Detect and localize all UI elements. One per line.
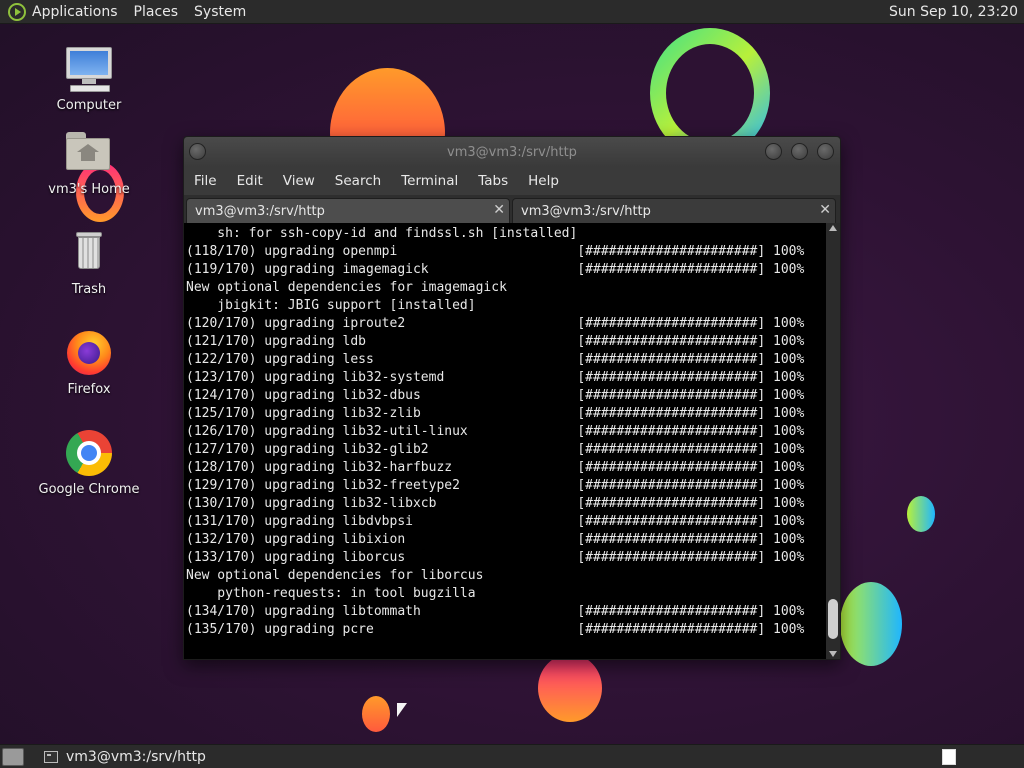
scroll-thumb[interactable] bbox=[828, 599, 838, 639]
window-menu-icon[interactable] bbox=[189, 143, 206, 160]
mouse-cursor-icon bbox=[397, 703, 407, 717]
terminal-line: (131/170) upgrading libdvbpsi [#########… bbox=[186, 514, 805, 529]
terminal-line: (118/170) upgrading openmpi [###########… bbox=[186, 244, 805, 259]
terminal-menubar: File Edit View Search Terminal Tabs Help bbox=[184, 167, 840, 195]
menu-help[interactable]: Help bbox=[528, 173, 559, 189]
tab-close-icon[interactable]: ✕ bbox=[493, 202, 505, 218]
close-window-icon[interactable] bbox=[817, 143, 834, 160]
terminal-window: vm3@vm3:/srv/http File Edit View Search … bbox=[183, 136, 841, 660]
tab-label: vm3@vm3:/srv/http bbox=[521, 203, 651, 219]
desktop-icon-firefox[interactable]: Firefox bbox=[29, 328, 149, 397]
terminal-line: New optional dependencies for liborcus bbox=[186, 568, 484, 583]
show-desktop-icon[interactable] bbox=[2, 747, 24, 766]
tab-1[interactable]: vm3@vm3:/srv/http ✕ bbox=[186, 198, 510, 223]
desktop-icon-label: vm3's Home bbox=[48, 182, 130, 197]
maximize-icon[interactable] bbox=[791, 143, 808, 160]
terminal-line: (120/170) upgrading iproute2 [##########… bbox=[186, 316, 805, 331]
terminal-tabbar: vm3@vm3:/srv/http ✕ vm3@vm3:/srv/http ✕ bbox=[184, 195, 840, 223]
bottom-panel: vm3@vm3:/srv/http bbox=[0, 744, 1024, 768]
trash-icon bbox=[64, 228, 114, 278]
tab-label: vm3@vm3:/srv/http bbox=[195, 203, 325, 219]
terminal-line: (129/170) upgrading lib32-freetype2 [###… bbox=[186, 478, 805, 493]
terminal-line: (119/170) upgrading imagemagick [#######… bbox=[186, 262, 805, 277]
home-folder-icon bbox=[64, 128, 114, 178]
terminal-line: (123/170) upgrading lib32-systemd [#####… bbox=[186, 370, 805, 385]
terminal-line: (126/170) upgrading lib32-util-linux [##… bbox=[186, 424, 805, 439]
system-menu[interactable]: System bbox=[194, 4, 246, 20]
firefox-icon bbox=[64, 328, 114, 378]
terminal-line: python-requests: in tool bugzilla bbox=[186, 586, 476, 601]
menu-search[interactable]: Search bbox=[335, 173, 381, 189]
terminal-line: (125/170) upgrading lib32-zlib [########… bbox=[186, 406, 805, 421]
workspace-switcher[interactable] bbox=[942, 748, 956, 765]
chrome-icon bbox=[64, 428, 114, 478]
wallpaper-small-oval bbox=[907, 496, 935, 532]
panel-clock[interactable]: Sun Sep 10, 23:20 bbox=[889, 4, 1018, 20]
desktop-icon-home[interactable]: vm3's Home bbox=[29, 128, 149, 197]
window-title: vm3@vm3:/srv/http bbox=[447, 144, 577, 160]
menu-view[interactable]: View bbox=[283, 173, 315, 189]
terminal-line: New optional dependencies for imagemagic… bbox=[186, 280, 507, 295]
menu-terminal[interactable]: Terminal bbox=[401, 173, 458, 189]
terminal-line: (132/170) upgrading libixion [##########… bbox=[186, 532, 805, 547]
terminal-line: (135/170) upgrading pcre [##############… bbox=[186, 622, 805, 637]
wallpaper-bottom-oval bbox=[538, 654, 602, 722]
menu-file[interactable]: File bbox=[194, 173, 217, 189]
terminal-scrollbar[interactable] bbox=[826, 223, 840, 659]
menu-edit[interactable]: Edit bbox=[237, 173, 263, 189]
terminal-line: (130/170) upgrading lib32-libxcb [######… bbox=[186, 496, 805, 511]
terminal-line: (124/170) upgrading lib32-dbus [########… bbox=[186, 388, 805, 403]
terminal-titlebar[interactable]: vm3@vm3:/srv/http bbox=[184, 137, 840, 167]
wallpaper-large-oval bbox=[840, 582, 902, 666]
terminal-line: sh: for ssh-copy-id and findssl.sh [inst… bbox=[186, 226, 578, 241]
terminal-line: (127/170) upgrading lib32-glib2 [#######… bbox=[186, 442, 805, 457]
top-panel: Applications Places System Sun Sep 10, 2… bbox=[0, 0, 1024, 24]
terminal-line: (122/170) upgrading less [##############… bbox=[186, 352, 805, 367]
terminal-line: (121/170) upgrading ldb [###############… bbox=[186, 334, 805, 349]
minimize-icon[interactable] bbox=[765, 143, 782, 160]
distro-logo-icon[interactable] bbox=[8, 2, 26, 21]
desktop-icon-label: Trash bbox=[71, 282, 107, 297]
applications-menu[interactable]: Applications bbox=[32, 4, 118, 20]
scroll-up-icon[interactable] bbox=[829, 225, 837, 231]
terminal-line: jbigkit: JBIG support [installed] bbox=[186, 298, 476, 313]
places-menu[interactable]: Places bbox=[134, 4, 179, 20]
desktop-icon-chrome[interactable]: Google Chrome bbox=[29, 428, 149, 497]
terminal-text: sh: for ssh-copy-id and findssl.sh [inst… bbox=[186, 225, 826, 639]
scroll-down-icon[interactable] bbox=[829, 651, 837, 657]
desktop-icon-label: Google Chrome bbox=[38, 482, 140, 497]
menu-tabs[interactable]: Tabs bbox=[478, 173, 508, 189]
tab-2[interactable]: vm3@vm3:/srv/http ✕ bbox=[512, 198, 836, 223]
terminal-output[interactable]: sh: for ssh-copy-id and findssl.sh [inst… bbox=[184, 223, 840, 659]
terminal-line: (134/170) upgrading libtommath [########… bbox=[186, 604, 805, 619]
taskbar-item-label: vm3@vm3:/srv/http bbox=[66, 748, 206, 765]
desktop-icon-computer[interactable]: Computer bbox=[29, 44, 149, 113]
taskbar-item-terminal[interactable]: vm3@vm3:/srv/http bbox=[38, 746, 212, 768]
wallpaper-tiny-oval bbox=[362, 696, 390, 732]
terminal-icon bbox=[44, 750, 58, 763]
desktop-icon-label: Firefox bbox=[67, 382, 111, 397]
terminal-line: (128/170) upgrading lib32-harfbuzz [####… bbox=[186, 460, 805, 475]
computer-icon bbox=[64, 44, 114, 94]
tab-close-icon[interactable]: ✕ bbox=[819, 202, 831, 218]
desktop-icon-label: Computer bbox=[56, 98, 122, 113]
desktop-icon-trash[interactable]: Trash bbox=[29, 228, 149, 297]
terminal-line: (133/170) upgrading liborcus [##########… bbox=[186, 550, 805, 565]
